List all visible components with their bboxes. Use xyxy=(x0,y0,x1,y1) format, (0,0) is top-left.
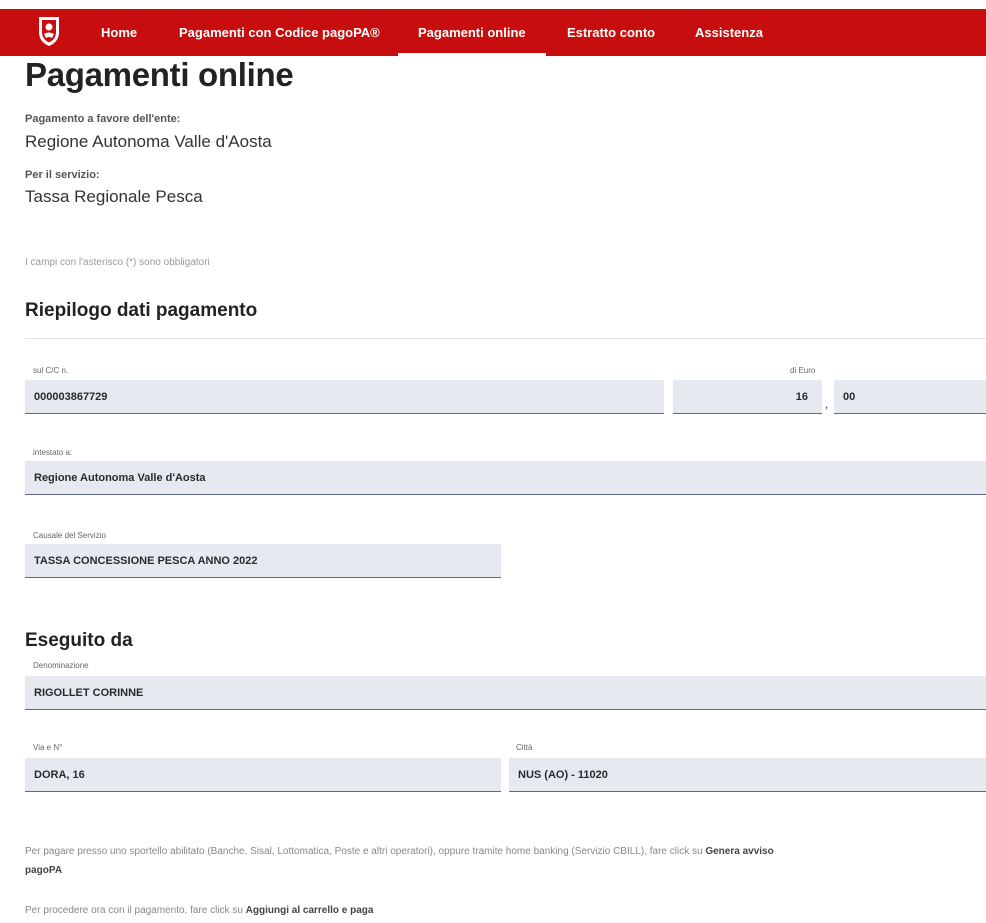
causale-field[interactable]: TASSA CONCESSIONE PESCA ANNO 2022 xyxy=(25,544,501,578)
page-title: Pagamenti online xyxy=(25,56,294,93)
info-paragraph-avviso: Per pagare presso uno sportello abilitat… xyxy=(25,842,785,880)
denominazione-field[interactable]: RIGOLLET CORINNE xyxy=(25,676,986,710)
via-label: Via e N° xyxy=(33,743,63,752)
denominazione-label: Denominazione xyxy=(33,661,89,670)
decimal-separator: , xyxy=(825,397,829,411)
section-divider xyxy=(25,338,986,339)
ente-label: Pagamento a favore dell'ente: xyxy=(25,113,181,125)
aggiungi-carrello-link-text: Aggiungi al carrello e paga xyxy=(245,905,374,916)
nav-item-pagamenti-online[interactable]: Pagamenti online xyxy=(398,9,546,57)
ente-value: Regione Autonoma Valle d'Aosta xyxy=(25,132,272,151)
cc-label: sul C/C n. xyxy=(33,366,69,375)
intestato-label: intestato a: xyxy=(33,448,73,457)
nav-item-home[interactable]: Home xyxy=(101,9,137,56)
nav-item-assistenza[interactable]: Assistenza xyxy=(695,9,763,56)
euro-decimal-field[interactable]: 00 xyxy=(834,380,986,414)
nav-item-estratto-conto[interactable]: Estratto conto xyxy=(567,9,655,56)
info-paragraph-pagamento: Per procedere ora con il pagamento, fare… xyxy=(25,901,785,920)
info-paragraph-pagamento-text: Per procedere ora con il pagamento, fare… xyxy=(25,905,246,916)
euro-label: di Euro xyxy=(790,366,816,375)
causale-label: Causale del Servizio xyxy=(33,531,106,540)
citta-field[interactable]: NUS (AO) - 11020 xyxy=(509,758,986,792)
servizio-label: Per il servizio: xyxy=(25,169,100,181)
info-paragraph-avviso-text: Per pagare presso uno sportello abilitat… xyxy=(25,846,706,857)
nav-item-pagamenti-codice-pagopa[interactable]: Pagamenti con Codice pagoPA® xyxy=(179,9,380,56)
euro-integer-field[interactable]: 16 xyxy=(673,380,822,414)
servizio-value: Tassa Regionale Pesca xyxy=(25,187,203,206)
via-field[interactable]: DORA, 16 xyxy=(25,758,501,792)
intestato-field[interactable]: Regione Autonoma Valle d'Aosta xyxy=(25,461,986,495)
mandatory-fields-note: I campi con l'asterisco (*) sono obbliga… xyxy=(25,257,210,268)
top-navbar: Home Pagamenti con Codice pagoPA® Pagame… xyxy=(0,9,986,57)
eseguito-section-title: Eseguito da xyxy=(25,630,133,651)
regione-logo-icon[interactable] xyxy=(36,14,62,48)
cc-number-field[interactable]: 000003867729 xyxy=(25,380,664,414)
citta-label: Città xyxy=(516,743,533,752)
riepilogo-section-title: Riepilogo dati pagamento xyxy=(25,300,258,321)
